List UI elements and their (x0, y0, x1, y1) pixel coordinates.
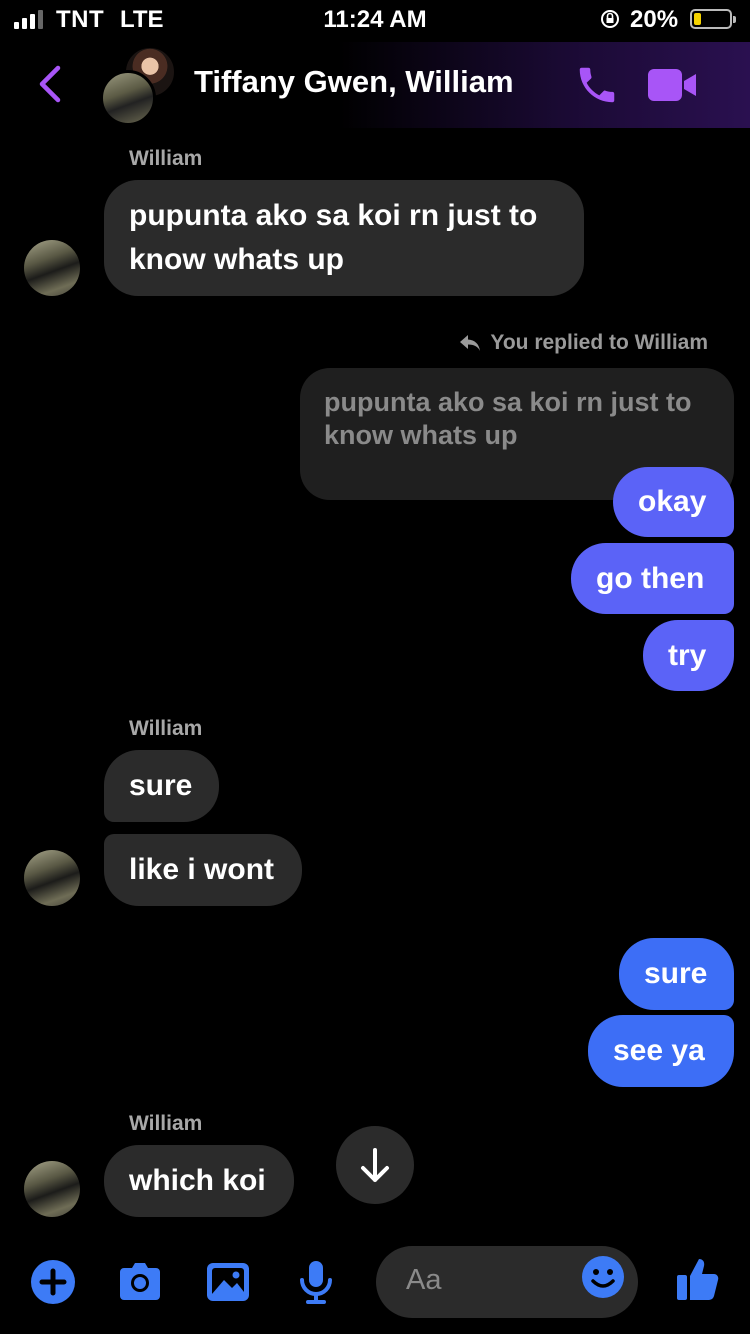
avatar-william[interactable] (100, 70, 156, 126)
message-bubble[interactable]: sure (619, 938, 734, 1010)
sender-name: William (129, 717, 203, 740)
message-bubble[interactable]: sure (104, 750, 219, 822)
reply-indicator: You replied to William (458, 331, 708, 355)
arrow-down-icon (361, 1148, 389, 1182)
message-input-placeholder: Aa (406, 1264, 442, 1296)
avatar-william[interactable] (24, 240, 80, 296)
message-bubble[interactable]: okay (613, 467, 734, 537)
message-bubble[interactable]: go then (571, 543, 734, 614)
mic-icon[interactable] (292, 1258, 340, 1306)
emoji-icon[interactable] (580, 1254, 626, 1300)
reply-label: You replied to William (490, 331, 708, 354)
chat-header: Tiffany Gwen, William (0, 42, 750, 128)
avatar-william[interactable] (24, 850, 80, 906)
camera-icon[interactable] (116, 1258, 164, 1306)
message-bubble[interactable]: which koi (104, 1145, 294, 1217)
battery-icon (690, 9, 736, 29)
phone-call-icon[interactable] (574, 62, 620, 108)
thumbs-up-icon[interactable] (674, 1254, 724, 1304)
message-bubble[interactable]: pupunta ako sa koi rn just to know whats… (104, 180, 584, 296)
message-bubble[interactable]: try (643, 620, 734, 691)
message-composer: Aa (0, 1240, 750, 1334)
back-chevron-icon[interactable] (36, 64, 64, 104)
conversation-title[interactable]: Tiffany Gwen, William (194, 64, 514, 100)
message-bubble[interactable]: see ya (588, 1015, 734, 1087)
battery-percent: 20% (630, 6, 679, 33)
sender-name: William (129, 1112, 203, 1135)
plus-icon[interactable] (29, 1258, 77, 1306)
status-bar: TNT LTE 11:24 AM 20% (0, 0, 750, 42)
image-icon[interactable] (204, 1258, 252, 1306)
sender-name: William (129, 147, 203, 170)
avatar-william[interactable] (24, 1161, 80, 1217)
message-bubble[interactable]: like i wont (104, 834, 302, 906)
rotation-lock-icon (601, 10, 619, 28)
video-call-icon[interactable] (646, 66, 700, 104)
reply-arrow-icon (460, 335, 481, 351)
scroll-to-bottom-button[interactable] (336, 1126, 414, 1204)
